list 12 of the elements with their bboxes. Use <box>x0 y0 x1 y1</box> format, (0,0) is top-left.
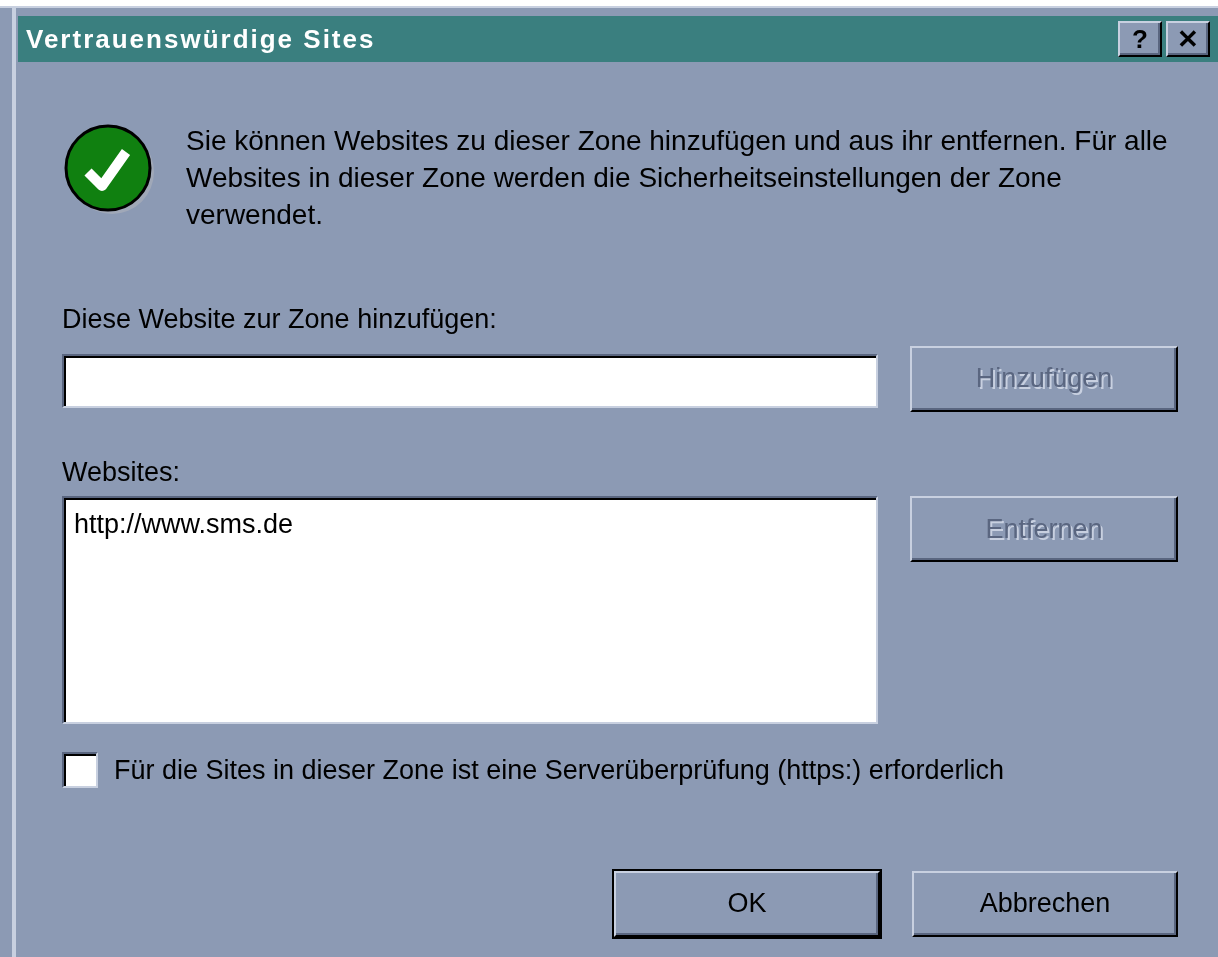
websites-label: Websites: <box>62 455 181 489</box>
help-button[interactable]: ? <box>1118 21 1162 57</box>
intro-text: Sie können Websites zu dieser Zone hinzufügen und aus ihr entfernen. Für alle Websites in dieser Zone werden die Sicherheitseinstellungen der Zone verwendet. <box>186 124 1169 232</box>
website-list-item[interactable]: http://www.sms.de <box>70 504 298 545</box>
window-title: Vertrauenswürdige Sites <box>26 22 376 56</box>
checkbox[interactable] <box>62 752 98 789</box>
ok-button[interactable]: OK <box>614 870 880 937</box>
checkbox-label: Für die Sites in dieser Zone ist eine Serverüberprüfung (https:) erforderlich <box>114 754 1004 787</box>
close-button[interactable]: ✕ <box>1166 21 1210 57</box>
dialog-button[interactable]: Abbrechen <box>912 870 1178 937</box>
website-input-field[interactable] <box>62 353 878 408</box>
add-site-label: Diese Website zur Zone hinzufügen: <box>62 303 497 336</box>
